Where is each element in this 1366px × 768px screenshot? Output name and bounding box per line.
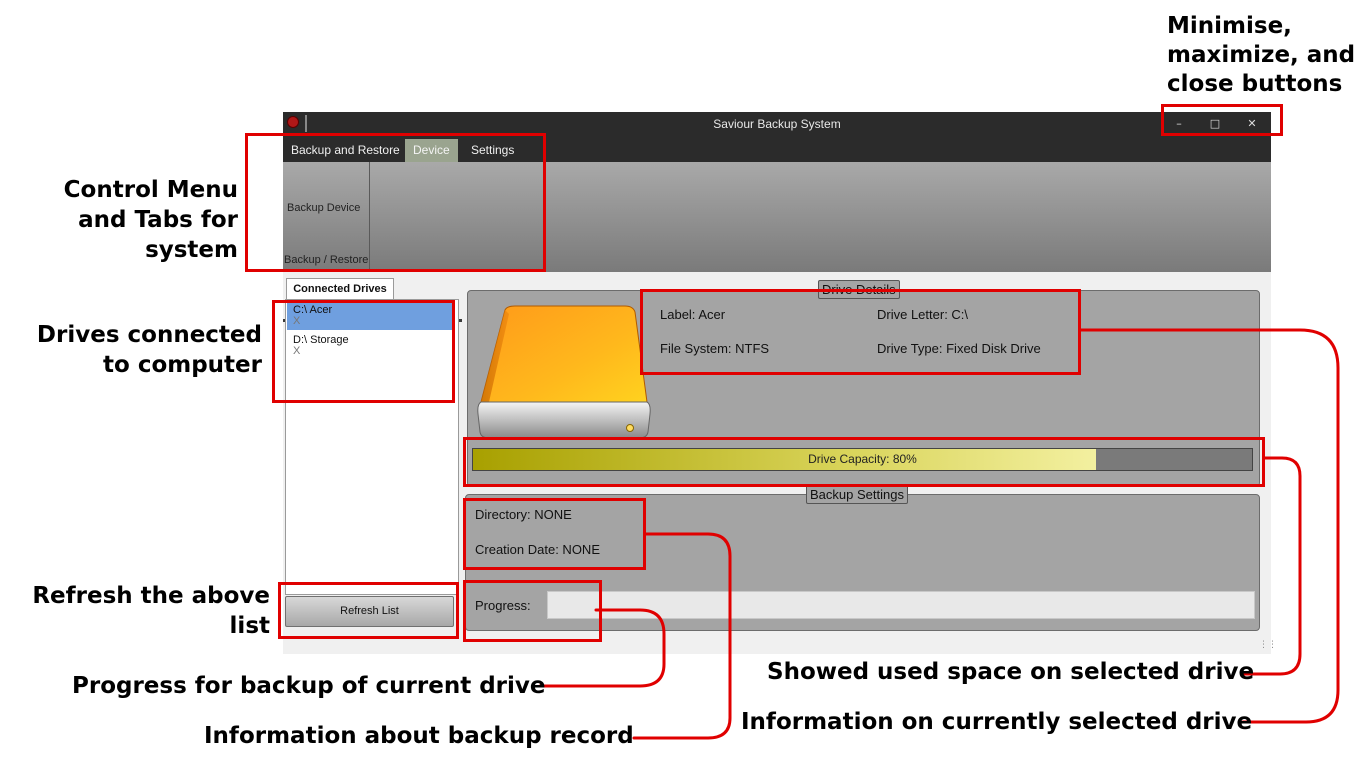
annotation-window-controls: Minimise, maximize, and close buttons (1167, 12, 1355, 99)
annotation-drives-connected: Drives connected to computer (20, 320, 262, 380)
annotation-line: system (145, 237, 238, 263)
annotation-line: list (229, 613, 270, 639)
annotation-line: maximize, and (1167, 42, 1356, 68)
annotation-backup-info: Information about backup record (204, 723, 634, 749)
annotation-line: to computer (103, 352, 262, 378)
annotation-refresh: Refresh the above list (20, 581, 270, 641)
annotation-line: and Tabs for (78, 207, 238, 233)
annotation-line: Control Menu (63, 177, 238, 203)
annotation-drive-info: Information on currently selected drive (741, 709, 1253, 735)
annotation-line: Minimise, (1167, 13, 1292, 39)
annotation-progress: Progress for backup of current drive (72, 673, 546, 699)
annotation-line: Refresh the above (32, 583, 270, 609)
annotation-used-space: Showed used space on selected drive (767, 659, 1255, 685)
annotation-control-menu: Control Menu and Tabs for system (20, 175, 238, 265)
annotation-line: close buttons (1167, 71, 1343, 97)
annotation-connectors (538, 328, 1340, 740)
annotation-line: Drives connected (36, 322, 262, 348)
